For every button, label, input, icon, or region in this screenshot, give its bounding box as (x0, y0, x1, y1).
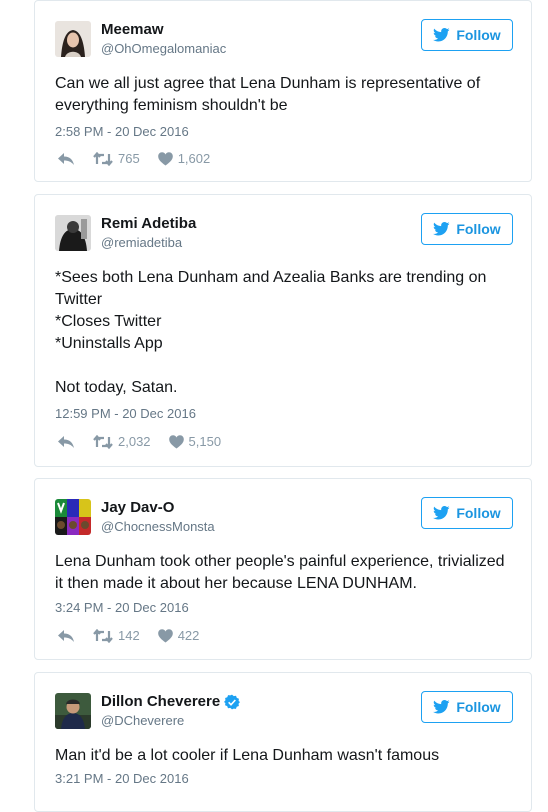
retweet-icon (93, 628, 113, 643)
retweet-count: 2,032 (118, 434, 151, 449)
twitter-bird-icon (433, 506, 450, 520)
like-button[interactable]: 422 (157, 628, 200, 643)
retweet-icon (93, 151, 113, 166)
reply-button[interactable] (57, 152, 75, 166)
user-handle[interactable]: @ChocnessMonsta (101, 519, 215, 534)
tweet-card: Remi Adetiba @remiadetiba Follow *Sees b… (34, 194, 532, 467)
reply-button[interactable] (57, 629, 75, 643)
follow-label: Follow (456, 699, 501, 715)
follow-button[interactable]: Follow (421, 213, 513, 245)
retweet-button[interactable]: 765 (93, 151, 140, 166)
follow-label: Follow (456, 505, 501, 521)
display-name[interactable]: Jay Dav-O (101, 499, 174, 516)
user-handle[interactable]: @OhOmegalomaniac (101, 41, 226, 56)
follow-button[interactable]: Follow (421, 19, 513, 51)
tweet-text: Can we all just agree that Lena Dunham i… (55, 75, 481, 114)
timestamp[interactable]: 3:21 PM - 20 Dec 2016 (55, 771, 189, 786)
reply-button[interactable] (57, 435, 75, 449)
display-name-text[interactable]: Jay Dav-O (101, 499, 174, 516)
user-handle[interactable]: @remiadetiba (101, 235, 182, 250)
avatar[interactable] (55, 21, 91, 57)
timestamp[interactable]: 12:59 PM - 20 Dec 2016 (55, 406, 196, 421)
heart-icon (157, 628, 173, 642)
heart-icon (157, 151, 173, 165)
retweet-count: 142 (118, 628, 140, 643)
tweet-actions: 142 422 (57, 628, 217, 643)
twitter-bird-icon (433, 28, 450, 42)
tweet-text: *Sees both Lena Dunham and Azealia Banks… (55, 269, 487, 396)
like-count: 422 (177, 628, 200, 643)
tweet-card: Jay Dav-O @ChocnessMonsta Follow Lena Du… (34, 478, 532, 660)
tweet-feed: Meemaw @OhOmegalomaniac Follow Can we al… (0, 0, 548, 812)
display-name[interactable]: Remi Adetiba (101, 215, 196, 232)
heart-icon (168, 434, 184, 448)
retweet-button[interactable]: 2,032 (93, 434, 151, 449)
display-name[interactable]: Meemaw (101, 21, 164, 38)
retweet-button[interactable]: 142 (93, 628, 140, 643)
avatar[interactable] (55, 215, 91, 251)
reply-icon (58, 629, 74, 642)
display-name-text[interactable]: Dillon Cheverere (101, 693, 220, 710)
follow-label: Follow (456, 27, 501, 43)
tweet-actions: 765 1,602 (57, 151, 228, 166)
timestamp[interactable]: 3:24 PM - 20 Dec 2016 (55, 600, 189, 615)
tweet-card: Dillon Cheverere @DCheverere Follow Man … (34, 672, 532, 812)
follow-label: Follow (456, 221, 501, 237)
user-handle[interactable]: @DCheverere (101, 713, 184, 728)
tweet-card: Meemaw @OhOmegalomaniac Follow Can we al… (34, 0, 532, 182)
follow-button[interactable]: Follow (421, 691, 513, 723)
twitter-bird-icon (433, 222, 450, 236)
like-button[interactable]: 5,150 (168, 434, 222, 449)
retweet-icon (93, 434, 113, 449)
timestamp[interactable]: 2:58 PM - 20 Dec 2016 (55, 124, 189, 139)
verified-badge-icon (224, 694, 241, 709)
tweet-actions: 2,032 5,150 (57, 434, 239, 449)
tweet-text: Lena Dunham took other people's painful … (55, 553, 505, 592)
avatar[interactable] (55, 499, 91, 535)
display-name[interactable]: Dillon Cheverere (101, 693, 241, 710)
like-button[interactable]: 1,602 (157, 151, 211, 166)
reply-icon (58, 152, 74, 165)
tweet-text: Man it'd be a lot cooler if Lena Dunham … (55, 747, 440, 764)
like-count: 1,602 (177, 151, 211, 166)
reply-icon (58, 435, 74, 448)
follow-button[interactable]: Follow (421, 497, 513, 529)
display-name-text[interactable]: Meemaw (101, 21, 164, 38)
avatar[interactable] (55, 693, 91, 729)
retweet-count: 765 (118, 151, 140, 166)
like-count: 5,150 (188, 434, 222, 449)
twitter-bird-icon (433, 700, 450, 714)
display-name-text[interactable]: Remi Adetiba (101, 215, 196, 232)
